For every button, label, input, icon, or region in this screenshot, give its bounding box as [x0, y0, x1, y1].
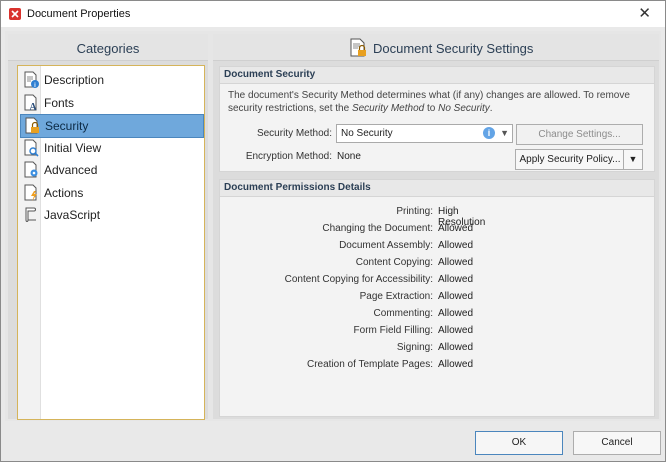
category-label: Security [45, 119, 89, 133]
permission-label: Printing: [396, 206, 433, 217]
document-security-section: Document Security The document's Securit… [219, 66, 655, 172]
permission-value: Allowed [438, 223, 474, 234]
settings-header: Document Security Settings [213, 34, 659, 61]
dialog-body: Categories i Description A Fonts Securit… [5, 31, 661, 421]
description-text: The document's Security Method determine… [228, 90, 630, 101]
categories-title: Categories [76, 41, 140, 56]
description-icon: i [24, 71, 39, 89]
security-icon [25, 117, 39, 134]
description-text: security restrictions, set the [228, 103, 352, 114]
category-label: JavaScript [44, 208, 101, 222]
permission-value: Allowed [438, 325, 474, 336]
title-bar: Document Properties ✕ [1, 1, 665, 27]
permission-value: Allowed [438, 342, 474, 353]
permission-label: Form Field Filling: [353, 325, 433, 336]
section-header: Document Security [220, 67, 654, 84]
description-italic: Security Method [351, 103, 425, 114]
category-description[interactable]: i Description [20, 69, 202, 91]
permission-label: Page Extraction: [359, 291, 433, 302]
apply-policy-dropdown[interactable]: ▼ [623, 149, 643, 170]
fonts-icon: A [24, 94, 37, 112]
category-actions[interactable]: Actions [20, 182, 202, 204]
chevron-down-icon[interactable]: ▼ [500, 128, 509, 138]
apply-security-policy-button[interactable]: Apply Security Policy... [515, 149, 624, 170]
settings-panel: Document Security Settings Document Secu… [213, 34, 659, 419]
permission-value: Allowed [438, 308, 474, 319]
category-advanced[interactable]: Advanced [20, 159, 202, 181]
permission-label: Commenting: [373, 308, 433, 319]
category-label: Actions [44, 186, 84, 200]
permission-label: Changing the Document: [322, 223, 433, 234]
close-icon[interactable]: ✕ [638, 4, 651, 22]
permission-label: Signing: [396, 342, 433, 353]
document-security-icon [350, 38, 366, 57]
category-fonts[interactable]: A Fonts [20, 92, 202, 114]
categories-list: i Description A Fonts Security Initial V… [17, 65, 205, 420]
permission-value: Allowed [438, 291, 474, 302]
category-label: Advanced [44, 163, 98, 177]
ok-button[interactable]: OK [475, 431, 563, 455]
permission-value: Allowed [438, 274, 474, 285]
section-title: Document Security [224, 69, 316, 80]
section-title: Document Permissions Details [224, 182, 371, 193]
initial-view-icon [24, 139, 39, 157]
permission-value: Allowed [438, 257, 474, 268]
category-label: Description [44, 73, 105, 87]
security-method-select[interactable]: No Security i ▼ [336, 124, 513, 143]
permission-label: Creation of Template Pages: [306, 359, 433, 370]
permission-value: Allowed [438, 359, 474, 370]
encryption-method-label: Encryption Method: [245, 151, 332, 162]
permission-label: Content Copying for Accessibility: [284, 274, 433, 285]
svg-text:A: A [29, 102, 37, 112]
permission-value: Allowed [438, 240, 474, 251]
permission-label: Document Assembly: [339, 240, 433, 251]
category-label: Initial View [44, 141, 102, 155]
change-settings-button[interactable]: Change Settings... [516, 124, 643, 145]
cancel-button[interactable]: Cancel [573, 431, 661, 455]
security-method-value: No Security [341, 128, 393, 139]
description-text: . [489, 103, 493, 114]
info-icon[interactable]: i [483, 127, 495, 139]
description-text: to [424, 103, 439, 114]
categories-header: Categories [8, 34, 208, 61]
category-security[interactable]: Security [20, 114, 204, 138]
categories-panel: Categories i Description A Fonts Securit… [8, 34, 208, 420]
category-initial-view[interactable]: Initial View [20, 137, 202, 159]
category-javascript[interactable]: JavaScript [20, 204, 202, 226]
javascript-icon [25, 207, 36, 222]
section-header: Document Permissions Details [220, 180, 654, 197]
security-method-label: Security Method: [256, 128, 332, 139]
chevron-down-icon: ▼ [628, 154, 638, 164]
settings-title: Document Security Settings [373, 41, 534, 56]
window-title: Document Properties [27, 8, 131, 20]
actions-icon [24, 184, 37, 201]
advanced-icon [24, 161, 38, 178]
permissions-section: Document Permissions Details Printing: H… [219, 179, 655, 417]
category-label: Fonts [44, 96, 75, 110]
dialog-footer: OK Cancel [1, 421, 665, 461]
app-icon [9, 8, 21, 20]
encryption-method-value: None [337, 151, 361, 162]
document-properties-window: Document Properties ✕ Categories i Descr… [0, 0, 666, 462]
security-description: The document's Security Method determine… [228, 89, 648, 115]
description-italic: No Security [438, 103, 490, 114]
permission-label: Content Copying: [355, 257, 433, 268]
